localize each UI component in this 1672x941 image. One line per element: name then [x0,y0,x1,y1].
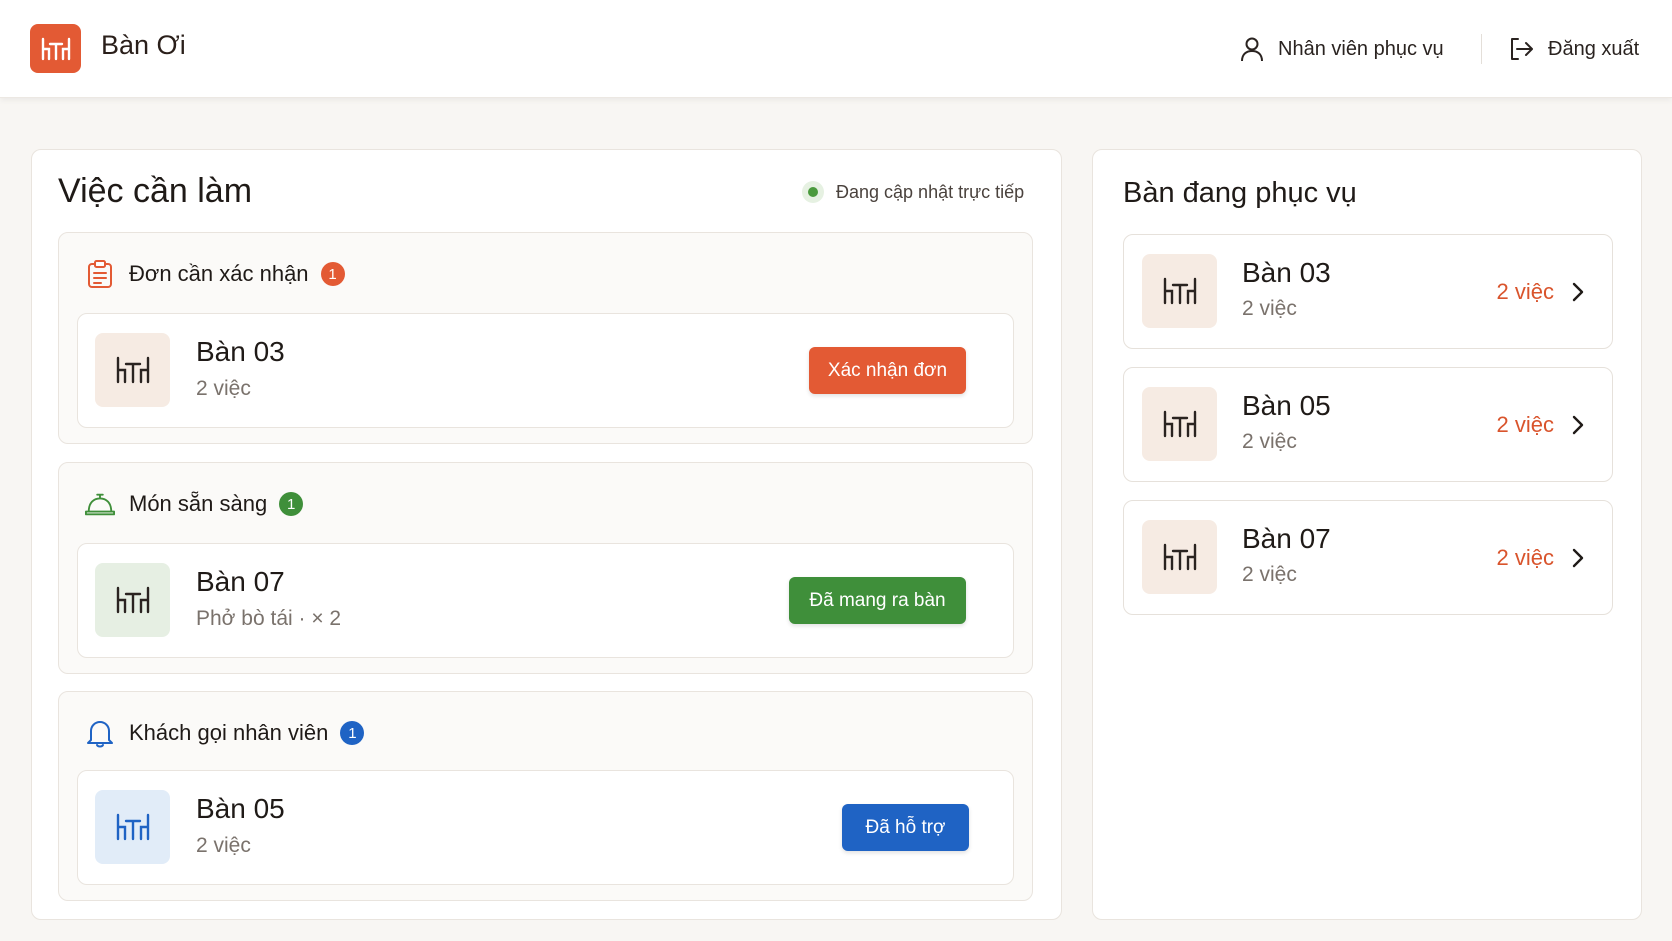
section-dishes-ready: Món sẵn sàng 1 Bàn 07 Phở bò tái · × 2 Đ… [58,462,1033,674]
user-role-button[interactable]: Nhân viên phục vụ [1240,32,1444,66]
task-card[interactable]: Bàn 05 2 việc Đã hỗ trợ [77,770,1014,885]
task-count: 2 việc [1496,545,1554,570]
tasks-panel: Việc cần làm Đang cập nhật trực tiếp Đơn… [31,149,1062,920]
table-detail: 2 việc [1242,563,1297,586]
count-badge: 1 [340,721,365,745]
live-status-label: Đang cập nhật trực tiếp [836,181,1025,202]
count-badge: 1 [279,492,304,516]
table-thumbnail [95,333,170,407]
section-title: Món sẵn sàng [129,491,268,516]
logout-label: Đăng xuất [1548,37,1640,60]
serving-dish-icon [85,489,115,519]
count-badge: 1 [320,262,345,286]
logout-button[interactable]: Đăng xuất [1508,32,1639,66]
table-thumbnail [1142,254,1217,328]
table-icon [116,586,149,614]
task-card[interactable]: Bàn 03 2 việc Xác nhận đơn [77,313,1014,428]
live-status: Đang cập nhật trực tiếp [802,181,1024,203]
app-title: Bàn Ơi [101,30,186,60]
table-icon [116,813,149,841]
section-staff-calls: Khách gọi nhân viên 1 Bàn 05 2 việc Đã h… [58,691,1033,901]
section-title: Đơn cần xác nhận [129,261,309,286]
section-header: Món sẵn sàng 1 [85,489,304,519]
table-thumbnail [1142,520,1217,594]
serving-table-card[interactable]: Bàn 03 2 việc 2 việc [1123,234,1613,349]
table-name: Bàn 05 [196,793,285,824]
chevron-right-icon [1572,548,1584,568]
section-header: Đơn cần xác nhận 1 [85,259,345,289]
clipboard-icon [85,259,115,289]
logout-icon [1511,38,1533,60]
bell-icon [85,718,115,748]
task-detail: Phở bò tái · × 2 [196,607,342,630]
table-name: Bàn 07 [1242,523,1331,554]
table-detail: 2 việc [1242,430,1297,453]
table-icon [41,37,70,60]
serving-table-card[interactable]: Bàn 07 2 việc 2 việc [1123,500,1613,615]
top-bar: Bàn Ơi Nhân viên phục vụ Đăng xuất [0,0,1672,98]
serving-title: Bàn đang phục vụ [1123,177,1357,209]
table-name: Bàn 03 [1242,257,1331,288]
section-title: Khách gọi nhân viên [129,720,329,745]
table-icon [116,356,149,384]
chevron-right-icon [1572,415,1584,435]
task-detail: 2 việc [196,834,251,857]
task-detail: 2 việc [196,377,251,400]
table-name: Bàn 03 [196,336,285,367]
table-name: Bàn 05 [1242,390,1331,421]
tasks-title: Việc cần làm [58,172,253,210]
served-button[interactable]: Đã mang ra bàn [789,577,966,624]
task-count: 2 việc [1496,412,1554,437]
section-orders-to-confirm: Đơn cần xác nhận 1 Bàn 03 2 việc Xác nhậ… [58,232,1033,444]
table-icon [1163,410,1196,438]
serving-table-card[interactable]: Bàn 05 2 việc 2 việc [1123,367,1613,482]
user-icon [1241,37,1263,62]
chevron-right-icon [1572,282,1584,302]
table-thumbnail [95,790,170,864]
confirm-order-button[interactable]: Xác nhận đơn [809,347,966,394]
table-icon [1163,277,1196,305]
app-logo[interactable] [30,24,81,73]
user-role-label: Nhân viên phục vụ [1278,37,1444,60]
header-divider [1481,34,1482,64]
table-name: Bàn 07 [196,566,285,597]
task-count: 2 việc [1496,279,1554,304]
table-thumbnail [1142,387,1217,461]
supported-button[interactable]: Đã hỗ trợ [842,804,969,851]
task-card[interactable]: Bàn 07 Phở bò tái · × 2 Đã mang ra bàn [77,543,1014,658]
table-thumbnail [95,563,170,637]
live-indicator-icon [802,181,824,203]
table-icon [1163,543,1196,571]
serving-panel: Bàn đang phục vụ Bàn 03 2 việc 2 việc Bà… [1092,149,1642,920]
table-detail: 2 việc [1242,297,1297,320]
section-header: Khách gọi nhân viên 1 [85,718,365,748]
